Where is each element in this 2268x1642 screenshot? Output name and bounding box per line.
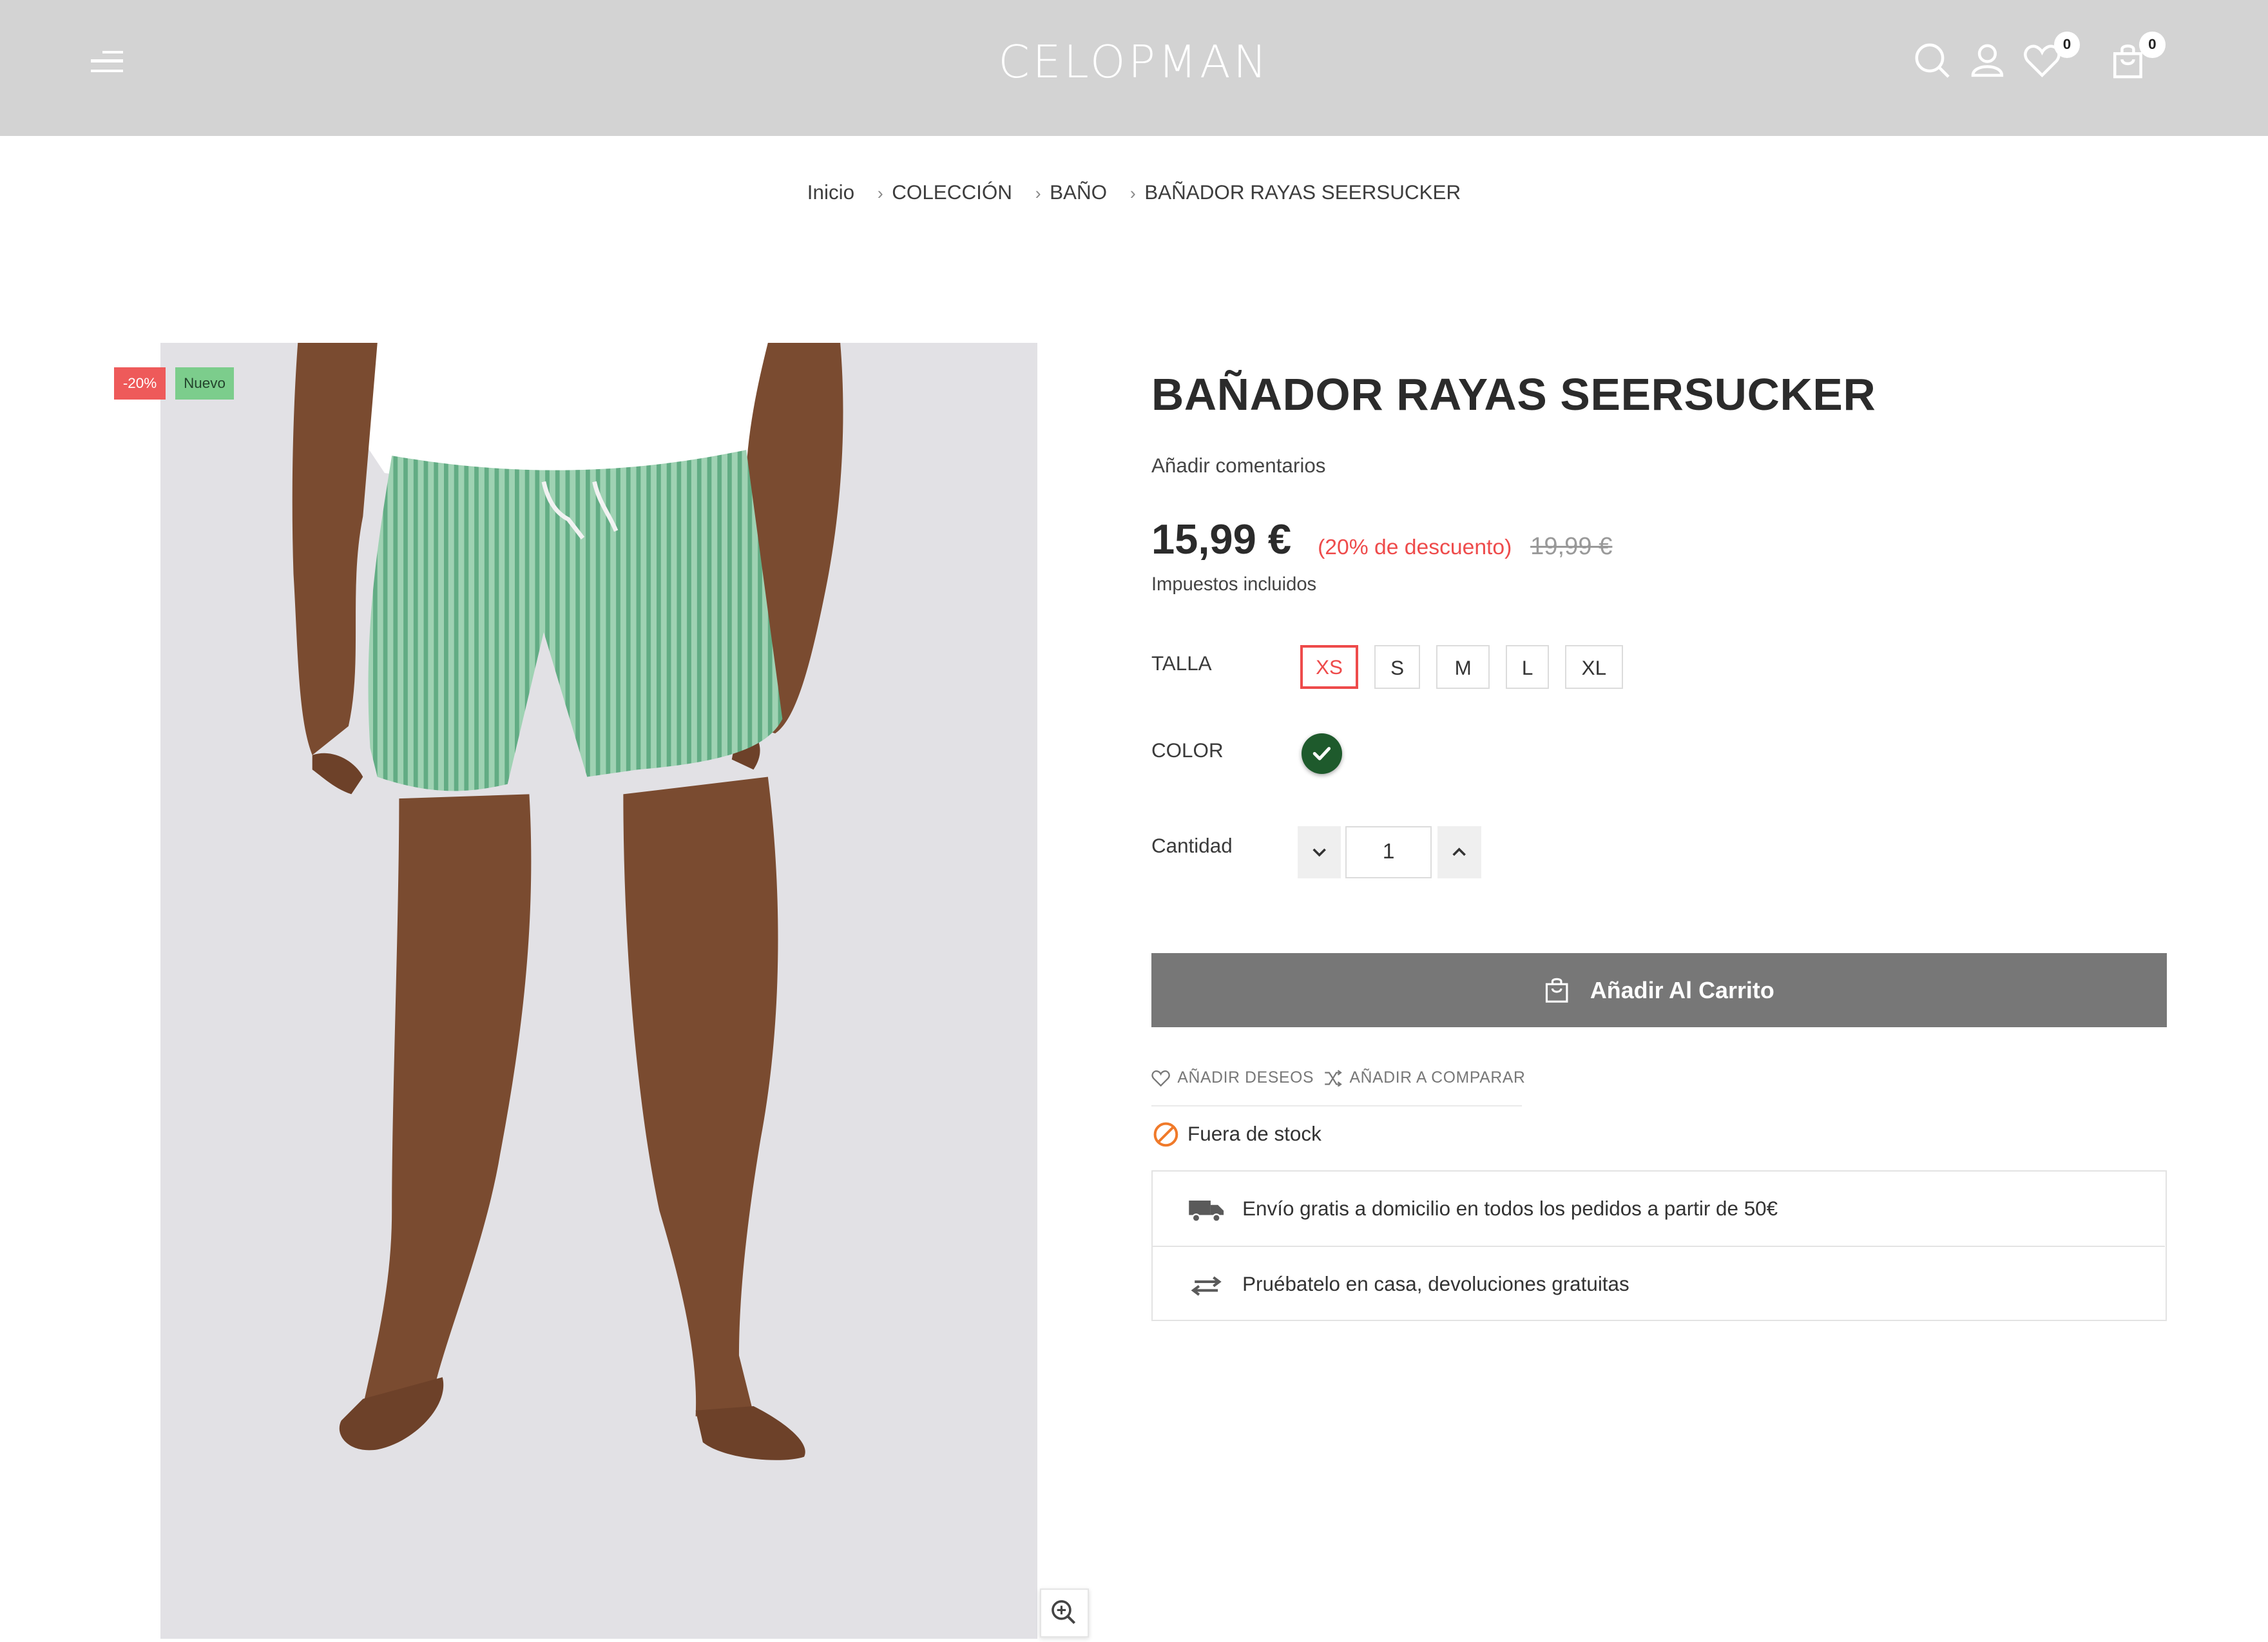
divider [1151,1105,1522,1107]
quantity-input[interactable]: 1 [1345,826,1432,878]
quantity-label: Cantidad [1151,835,1233,858]
check-icon [1313,747,1331,760]
new-tag: Nuevo [175,367,235,400]
heart-icon [1151,1070,1170,1087]
add-review-link[interactable]: Añadir comentarios [1151,454,1326,478]
size-option-xl[interactable]: XL [1564,645,1623,689]
zoom-in-icon [1052,1600,1076,1624]
free-returns-text: Pruébatelo en casa, devoluciones gratuit… [1242,1273,1629,1296]
free-shipping-row: Envío gratis a domicilio en todos los pe… [1153,1172,2165,1247]
breadcrumb-item-inicio[interactable]: Inicio [807,181,854,204]
cart-count-badge: 0 [2139,32,2166,58]
wishlist-heart-icon[interactable]: 0 [2022,32,2081,81]
chevron-up-icon [1452,847,1466,856]
color-swatch-green[interactable] [1302,733,1343,774]
breadcrumb-item-bano[interactable]: BAÑO [1050,181,1107,204]
add-to-cart-button[interactable]: Añadir Al Carrito [1151,953,2167,1027]
shuffle-icon [1325,1069,1342,1087]
breadcrumb-separator: › [1129,183,1136,203]
product-title: BAÑADOR RAYAS SEERSUCKER [1151,369,1876,420]
breadcrumb-separator: › [1035,183,1041,203]
add-to-cart-label: Añadir Al Carrito [1590,976,1774,1003]
discount-text: (20% de descuento) [1318,535,1512,559]
chevron-down-icon [1312,848,1326,857]
breadcrumb-item-current: BAÑADOR RAYAS SEERSUCKER [1144,180,1461,204]
product-image[interactable] [160,343,1037,1639]
wishlist-link-label: AÑADIR DESEOS [1177,1068,1314,1087]
color-label: COLOR [1151,739,1224,762]
breadcrumb-separator: › [877,183,883,203]
old-price: 19,99 € [1530,532,1613,561]
stock-status: Fuera de stock [1151,1120,1321,1149]
size-option-s[interactable]: S [1374,645,1421,689]
breadcrumb: Inicio › COLECCIÓN › BAÑO › BAÑADOR RAYAS S… [0,181,2268,204]
wishlist-count-badge: 0 [2053,32,2081,58]
search-icon[interactable] [1912,41,1953,81]
shopping-bag-icon [1545,978,1568,1003]
free-shipping-text: Envío gratis a domicilio en todos los pe… [1242,1197,1778,1221]
size-option-m[interactable]: M [1436,645,1490,689]
breadcrumb-item-coleccion[interactable]: COLECCIÓN [892,181,1012,204]
tax-note: Impuestos incluidos [1151,574,1317,595]
free-returns-row: Pruébatelo en casa, devoluciones gratuit… [1153,1247,2165,1322]
size-option-xs[interactable]: XS [1300,645,1358,689]
shopping-bag-icon[interactable]: 0 [2108,32,2166,81]
zoom-button[interactable] [1040,1588,1089,1637]
quantity-increase-button[interactable] [1437,826,1481,878]
size-label: TALLA [1151,652,1212,675]
add-to-wishlist-link[interactable]: AÑADIR DESEOS [1151,1069,1314,1087]
out-of-stock-icon [1153,1122,1178,1146]
size-option-l[interactable]: L [1505,645,1550,689]
stock-status-text: Fuera de stock [1187,1122,1321,1145]
current-price: 15,99 € [1151,516,1292,563]
user-icon[interactable] [1967,41,2008,81]
site-header: CELOPMAN 0 0 [0,0,2268,137]
exchange-arrows-icon [1191,1276,1222,1296]
compare-link-label: AÑADIR A COMPARAR [1349,1068,1526,1087]
add-to-compare-link[interactable]: AÑADIR A COMPARAR [1323,1069,1525,1087]
truck-icon [1189,1201,1224,1222]
quantity-decrease-button[interactable] [1297,826,1341,878]
shipping-info-box: Envío gratis a domicilio en todos los pe… [1151,1170,2167,1322]
discount-tag: -20% [114,367,166,400]
